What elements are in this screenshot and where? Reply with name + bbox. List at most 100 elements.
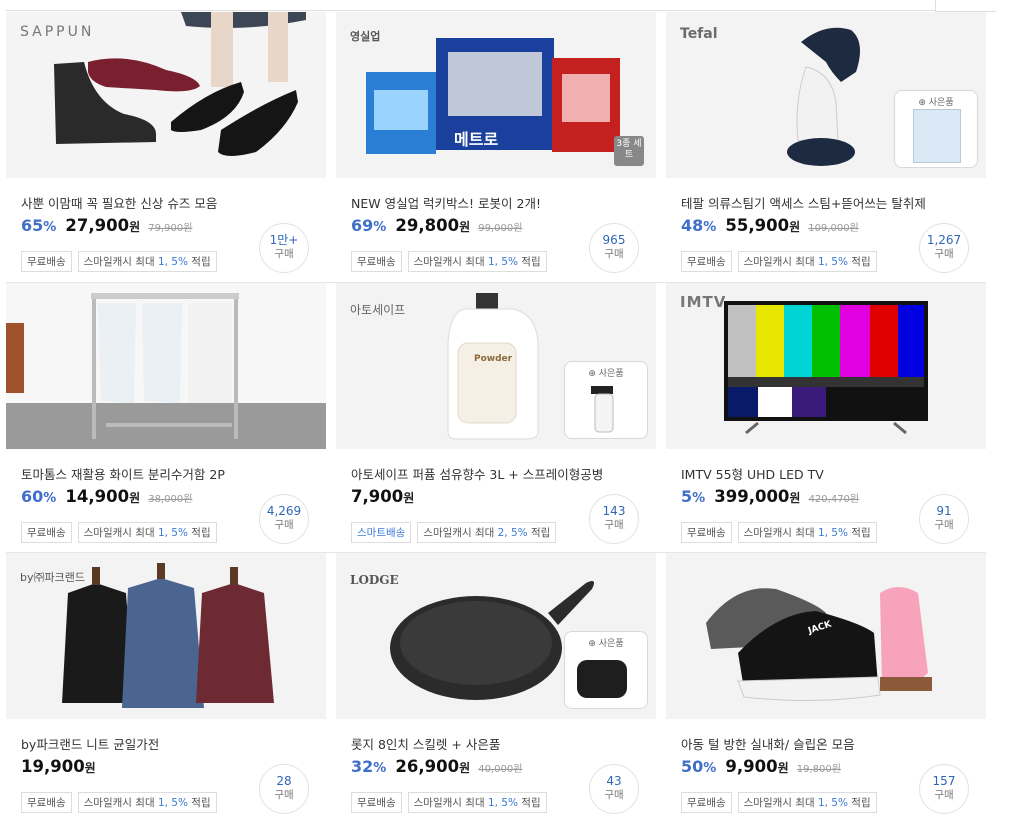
product-card-kids-slippers[interactable]: JACK 아동 털 방한 실내화/ 슬립온 모음 50% 9,900원 19,8… [666,553,986,824]
price-row: 5% 399,000원 420,470원 [681,487,860,506]
box-title-text: 메트로 [454,130,499,149]
price-row: 48% 55,900원 109,000원 [681,216,859,235]
product-image[interactable]: 영실업 메트로 3종 세트 [336,12,656,178]
smile-cash-tag: 스마일캐시 최대 2, 5% 적립 [417,522,557,543]
product-image[interactable]: 아토세이프 Powder ⊕ 사은품 [336,283,656,449]
purchase-count-badge: 43 구매 [589,764,639,814]
gift-box: ⊕ 사은품 [894,90,978,168]
row-divider [6,552,986,553]
smile-cash-tag: 스마일캐시 최대 1, 5% 적립 [77,792,217,813]
tag-list: 무료배송 스마일캐시 최대 1, 5% 적립 [351,792,553,813]
original-price: 109,000원 [808,223,859,234]
product-image[interactable] [6,283,326,449]
spray-bottle-image [591,386,614,433]
sale-price: 7,900 [351,487,404,506]
price-row: 60% 14,900원 38,000원 [21,487,193,506]
price-row: 69% 29,800원 99,000원 [351,216,523,235]
product-card-lodge-skillet[interactable]: LODGE ⊕ 사은품 롯지 8인치 스킬렛 + 사은품 32% 26,900원… [336,553,656,824]
free-shipping-tag: 무료배송 [681,792,732,813]
discount-rate: 48% [681,216,717,235]
product-title[interactable]: 롯지 8인치 스킬렛 + 사은품 [351,734,500,753]
discount-rate: 50% [681,757,717,776]
purchase-count-badge: 1,267 구매 [919,223,969,273]
free-shipping-tag: 무료배송 [351,251,402,272]
product-title[interactable]: NEW 영실업 럭키박스! 로봇이 2개! [351,193,541,212]
product-card-sappun-shoes[interactable]: SAPPUN 사뿐 이맘때 꼭 필요한 신상 슈즈 모음 65% 27,900원… [6,12,326,283]
product-image[interactable]: LODGE ⊕ 사은품 [336,553,656,719]
discount-rate: 69% [351,216,387,235]
recycle-bin-illustration [6,283,326,449]
original-price: 19,800원 [796,764,841,775]
purchase-count-badge: 91 구매 [919,494,969,544]
product-card-robot-luckybox[interactable]: 영실업 메트로 3종 세트 NEW 영실업 럭키박스! 로봇이 2개! 69% … [336,12,656,283]
free-shipping-tag: 무료배송 [681,251,732,272]
product-title[interactable]: by파크랜드 니트 균일가전 [21,734,159,753]
product-title[interactable]: IMTV 55형 UHD LED TV [681,464,824,483]
sale-price: 26,900 [395,757,460,776]
product-image[interactable]: SAPPUN [6,12,326,178]
purchase-count-badge: 965 구매 [589,223,639,273]
gift-box: ⊕ 사은품 [564,361,648,439]
product-image[interactable]: Tefal ⊕ 사은품 [666,12,986,178]
smart-shipping-tag: 스마트배송 [351,522,412,543]
free-shipping-tag: 무료배송 [21,522,72,543]
product-title[interactable]: 아동 털 방한 실내화/ 슬립온 모음 [681,734,855,753]
sale-price: 399,000 [714,487,790,506]
kids-shoes-illustration [706,587,932,702]
tag-list: 무료배송 스마일캐시 최대 1, 5% 적립 [21,251,223,272]
product-title[interactable]: 사뿐 이맘때 꼭 필요한 신상 슈즈 모음 [21,193,217,212]
top-divider [6,10,936,11]
tag-list: 무료배송 스마일캐시 최대 1, 5% 적립 [681,251,883,272]
free-shipping-tag: 무료배송 [351,792,402,813]
free-shipping-tag: 무료배송 [681,522,732,543]
smile-cash-tag: 스마일캐시 최대 1, 5% 적립 [407,792,547,813]
product-image[interactable]: by㈜파크랜드 [6,553,326,719]
purchase-count-badge: 143 구매 [589,494,639,544]
sale-price: 55,900 [725,216,790,235]
original-price: 99,000원 [478,223,523,234]
gift-box: ⊕ 사은품 [564,631,648,709]
product-card-recycle-bin[interactable]: 토마톰스 재활용 화이트 분리수거함 2P 60% 14,900원 38,000… [6,283,326,554]
discount-rate: 60% [21,487,57,506]
purchase-count-badge: 4,269 구매 [259,494,309,544]
product-card-tefal-steamer[interactable]: Tefal ⊕ 사은품 테팔 의류스팀기 액세스 스팀+뜯어쓰는 탈취제 48%… [666,12,986,283]
sale-price: 14,900 [65,487,130,506]
discount-rate: 32% [351,757,387,776]
product-title[interactable]: 아토세이프 퍼퓸 섬유향수 3L + 스프레이형공병 [351,464,603,483]
product-card-parkland-knit[interactable]: by㈜파크랜드 by파크랜드 니트 균일가전 19,900원 무료배송 스마일캐시… [6,553,326,824]
tag-list: 무료배송 스마일캐시 최대 1, 5% 적립 [681,792,883,813]
sale-price: 29,800 [395,216,460,235]
price-row: 7,900원 [351,487,415,506]
product-image[interactable]: IMTV [666,283,986,449]
product-image[interactable]: JACK [666,553,986,719]
smile-cash-tag: 스마일캐시 최대 1, 5% 적립 [737,522,877,543]
sale-price: 9,900 [725,757,778,776]
original-price: 40,000원 [478,764,523,775]
smile-cash-tag: 스마일캐시 최대 1, 5% 적립 [737,251,877,272]
product-card-imtv[interactable]: IMTV IMTV 55형 UHD LED TV 5% 399,000원 420… [666,283,986,554]
tag-list: 무료배송 스마일캐시 최대 1, 5% 적립 [21,792,223,813]
row-divider [6,282,986,283]
smile-cash-tag: 스마일캐시 최대 1, 5% 적립 [737,792,877,813]
tv-illustration [724,301,928,435]
free-shipping-tag: 무료배송 [21,792,72,813]
sale-price: 27,900 [65,216,130,235]
gift-label: ⊕ 사은품 [918,98,954,108]
purchase-count-badge: 157 구매 [919,764,969,814]
bottle-label-text: Powder [474,354,513,364]
gift-pack-image [913,109,961,163]
smile-cash-tag: 스마일캐시 최대 1, 5% 적립 [407,251,547,272]
original-price: 38,000원 [148,494,193,505]
price-row: 19,900원 [21,757,96,776]
product-card-atosafe-perfume[interactable]: 아토세이프 Powder ⊕ 사은품 아토세이프 퍼퓸 섬유향수 3L + 스프… [336,283,656,554]
smile-cash-tag: 스마일캐시 최대 1, 5% 적립 [77,522,217,543]
knit-sweaters-illustration [62,563,274,708]
price-row: 50% 9,900원 19,800원 [681,757,841,776]
toy-boxes-illustration [366,38,620,154]
product-title[interactable]: 테팔 의류스팀기 액세스 스팀+뜯어쓰는 탈취제 [681,193,926,212]
original-price: 79,900원 [148,223,193,234]
top-corner-frame [935,0,996,12]
gift-label: ⊕ 사은품 [588,639,624,649]
product-title[interactable]: 토마톰스 재활용 화이트 분리수거함 2P [21,464,225,483]
set-badge: 3종 세트 [614,136,644,166]
